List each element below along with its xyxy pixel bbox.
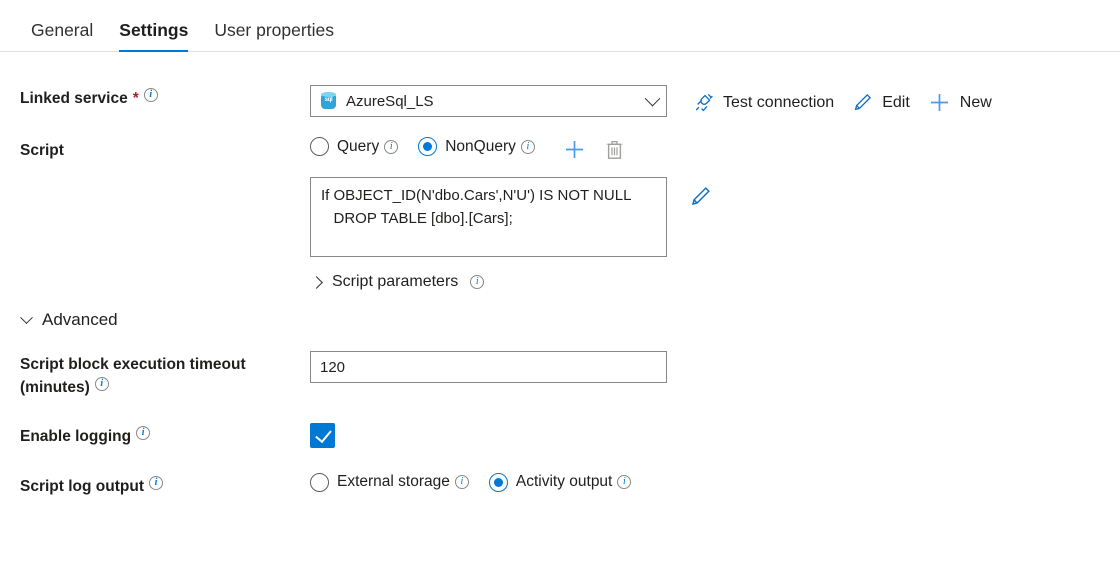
script-editor-controls: If OBJECT_ID(N'dbo.Cars',N'U') IS NOT NU… [310,177,1120,257]
timeout-input[interactable]: 120 [310,351,667,383]
tab-user-properties[interactable]: User properties [201,22,347,52]
timeout-label-line2: (minutes) [20,379,90,396]
info-icon[interactable] [384,140,398,154]
radio-query-label: Query [337,138,379,156]
settings-form: Linked service * sql AzureSql_LS [0,52,1120,498]
new-linked-service-button[interactable]: New [920,87,1002,118]
edit-linked-service-button[interactable]: Edit [844,88,920,117]
required-asterisk: * [133,90,139,107]
new-label: New [960,94,992,112]
timeout-controls: 120 [310,351,1120,383]
script-parameters-row: Script parameters [0,273,1120,291]
script-parameters-controls: Script parameters [310,273,1120,291]
delete-script-button[interactable] [604,139,625,161]
linked-service-controls: sql AzureSql_LS [310,85,1120,118]
enable-logging-row: Enable logging [0,423,1120,448]
radio-nonquery-label: NonQuery [445,138,516,156]
edit-script-button[interactable] [689,177,712,213]
script-log-output-row: Script log output External storage Activ… [0,473,1120,498]
script-log-output-label-group: Script log output [20,473,310,498]
linked-service-label: Linked service [20,90,128,107]
radio-nonquery-control[interactable] [418,137,437,156]
radio-external-storage-label: External storage [337,473,450,491]
enable-logging-controls [310,423,1120,448]
info-icon[interactable] [149,476,163,490]
log-output-radio-group: External storage Activity output [310,473,631,492]
script-type-row: Script Query NonQuery [0,137,1120,162]
plug-connection-icon [693,92,714,113]
add-script-button[interactable] [563,138,586,161]
chevron-right-icon [310,276,323,289]
info-icon[interactable] [136,426,150,440]
tab-settings[interactable]: Settings [106,22,201,52]
info-icon[interactable] [521,140,535,154]
tab-general[interactable]: General [18,22,106,52]
script-editor-spacer [20,177,310,180]
radio-external-storage-control[interactable] [310,473,329,492]
script-parameters-expander[interactable]: Script parameters [310,273,484,291]
script-parameters-spacer [20,273,310,276]
plus-icon [928,91,951,114]
advanced-label: Advanced [42,310,118,330]
radio-activity-output[interactable]: Activity output [489,473,632,492]
script-log-output-controls: External storage Activity output [310,473,1120,492]
pencil-icon [852,92,873,113]
script-icon-buttons [563,137,625,161]
enable-logging-checkbox[interactable] [310,423,335,448]
info-icon[interactable] [95,377,109,391]
info-icon[interactable] [144,88,158,102]
script-type-controls: Query NonQuery [310,137,1120,161]
tab-strip: General Settings User properties [0,0,1120,52]
linked-service-row: Linked service * sql AzureSql_LS [0,85,1120,118]
test-connection-label: Test connection [723,94,834,112]
radio-external-storage[interactable]: External storage [310,473,469,492]
timeout-value: 120 [320,359,345,376]
linked-service-label-group: Linked service * [20,85,310,110]
radio-activity-output-label: Activity output [516,473,613,491]
edit-label: Edit [882,94,910,112]
radio-activity-output-control[interactable] [489,473,508,492]
timeout-row: Script block execution timeout (minutes)… [0,351,1120,399]
radio-query-control[interactable] [310,137,329,156]
info-icon[interactable] [470,275,484,289]
sql-database-icon: sql [320,92,337,110]
radio-nonquery[interactable]: NonQuery [418,137,535,156]
enable-logging-label-group: Enable logging [20,423,310,448]
chevron-down-icon [645,90,661,106]
advanced-expander[interactable]: Advanced [20,310,118,330]
linked-service-value: AzureSql_LS [346,93,434,110]
script-textarea[interactable]: If OBJECT_ID(N'dbo.Cars',N'U') IS NOT NU… [310,177,667,257]
enable-logging-label: Enable logging [20,428,131,445]
linked-service-dropdown[interactable]: sql AzureSql_LS [310,85,667,117]
timeout-label-line1: Script block execution timeout [20,354,310,376]
script-parameters-label: Script parameters [332,273,458,291]
script-log-output-label: Script log output [20,478,144,495]
script-type-radio-group: Query NonQuery [310,137,535,156]
advanced-section-row: Advanced [0,310,1120,330]
chevron-down-icon [20,311,33,324]
info-icon[interactable] [455,475,469,489]
script-label: Script [20,137,310,162]
info-icon[interactable] [617,475,631,489]
timeout-label-group: Script block execution timeout (minutes) [20,351,310,399]
test-connection-button[interactable]: Test connection [685,88,844,117]
script-editor-row: If OBJECT_ID(N'dbo.Cars',N'U') IS NOT NU… [0,177,1120,257]
linked-service-actions: Test connection Edit [685,85,1002,118]
radio-query[interactable]: Query [310,137,398,156]
